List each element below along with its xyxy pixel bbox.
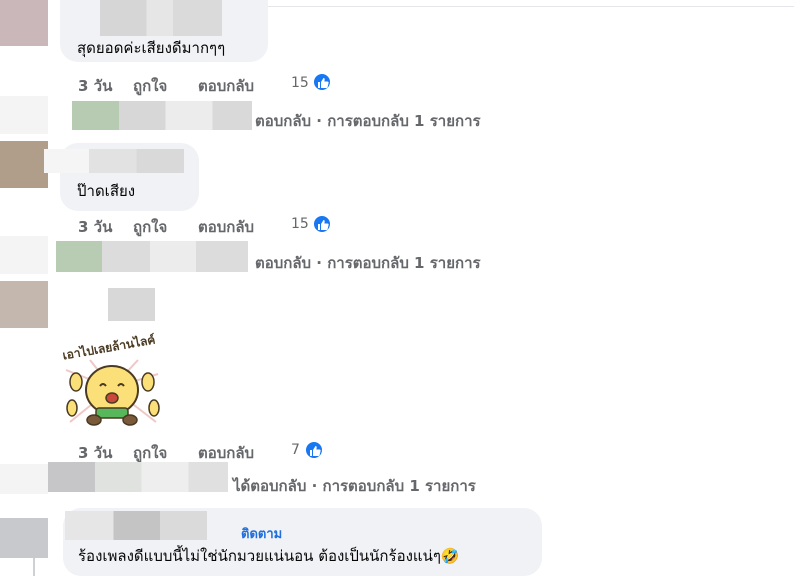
- view-replies-link[interactable]: ตอบกลับ · การตอบกลับ 1 รายการ: [255, 251, 481, 275]
- reaction-count[interactable]: 15: [291, 216, 309, 232]
- avatar[interactable]: [0, 141, 48, 188]
- view-replies-link[interactable]: ตอบกลับ · การตอบกลับ 1 รายการ: [255, 109, 481, 133]
- comment-text: สุดยอดค่ะเสียงดีมากๆๆ: [77, 39, 226, 57]
- avatar[interactable]: [0, 236, 48, 274]
- comment-timestamp[interactable]: 3 วัน: [78, 215, 112, 239]
- comment-actions: 3 วัน ถูกใจ ตอบกลับ 7: [78, 441, 338, 462]
- author-name-redacted[interactable]: [108, 288, 155, 321]
- thumbs-up-icon[interactable]: [312, 214, 332, 234]
- avatar[interactable]: [0, 464, 48, 494]
- reply-button[interactable]: ตอบกลับ: [198, 215, 254, 239]
- comment-text: ร้องเพลงดีแบบนี้ไม่ใช่นักมวยแน่นอน ต้องเ…: [78, 544, 460, 568]
- view-replies-link[interactable]: ได้ตอบกลับ · การตอบกลับ 1 รายการ: [233, 474, 476, 498]
- rofl-emoji-icon: 🤣: [440, 547, 460, 565]
- avatar[interactable]: [0, 0, 48, 46]
- reaction-count[interactable]: 7: [291, 442, 300, 458]
- reply-author-redacted[interactable]: [72, 101, 252, 130]
- top-divider: [222, 6, 794, 7]
- comment-text-body: ร้องเพลงดีแบบนี้ไม่ใช่นักมวยแน่นอน ต้องเ…: [78, 547, 441, 565]
- laughing-character-sticker[interactable]: เอาไปเลยล้านไลค์: [60, 330, 164, 432]
- like-button[interactable]: ถูกใจ: [133, 74, 167, 98]
- avatar[interactable]: [0, 281, 48, 328]
- avatar[interactable]: [0, 518, 48, 558]
- comment-timestamp[interactable]: 3 วัน: [78, 74, 112, 98]
- follow-button[interactable]: ติดตาม: [241, 523, 282, 544]
- like-button[interactable]: ถูกใจ: [133, 215, 167, 239]
- author-name-redacted[interactable]: [44, 149, 184, 173]
- thumbs-up-icon[interactable]: [312, 72, 332, 92]
- reply-button[interactable]: ตอบกลับ: [198, 74, 254, 98]
- author-name-redacted[interactable]: [100, 0, 222, 36]
- thumbs-up-icon[interactable]: [304, 440, 324, 460]
- author-name-redacted[interactable]: [65, 511, 207, 540]
- comment-text: ป๊าดเสียง: [77, 182, 136, 200]
- comment-actions: 3 วัน ถูกใจ ตอบกลับ 15: [78, 215, 338, 236]
- reply-author-redacted[interactable]: [48, 462, 228, 492]
- reply-author-redacted[interactable]: [56, 241, 248, 272]
- comment-actions: 3 วัน ถูกใจ ตอบกลับ 15: [78, 74, 338, 95]
- avatar[interactable]: [0, 96, 48, 134]
- reaction-count[interactable]: 15: [291, 75, 309, 91]
